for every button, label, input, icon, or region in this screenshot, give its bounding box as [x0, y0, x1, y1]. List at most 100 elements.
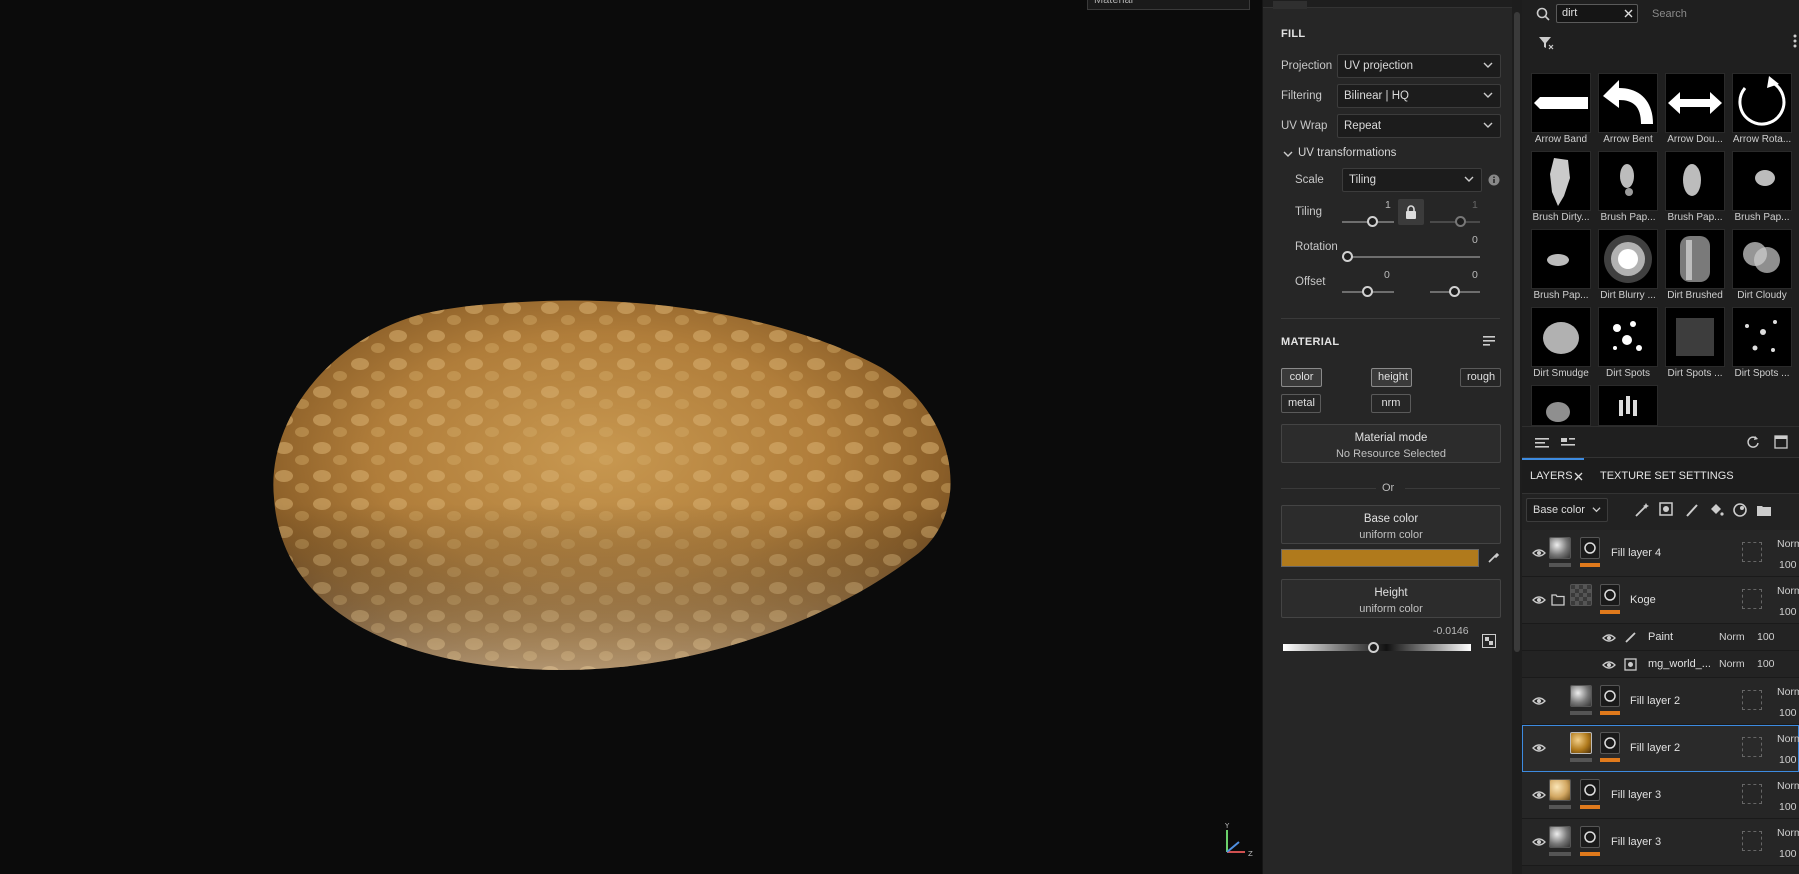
- layer-effect-slot[interactable]: [1742, 737, 1762, 757]
- viewport-3d[interactable]: Material Y Z: [0, 0, 1262, 874]
- offset-v-knob[interactable]: [1449, 286, 1460, 297]
- uv-transformations-header[interactable]: UV transformations: [1298, 147, 1396, 159]
- offset-u-knob[interactable]: [1362, 286, 1373, 297]
- folder-icon[interactable]: [1756, 502, 1772, 518]
- search-input[interactable]: dirt: [1556, 4, 1638, 23]
- asset-tile[interactable]: [1531, 307, 1591, 367]
- asset-tile[interactable]: [1531, 229, 1591, 289]
- visibility-eye-icon[interactable]: [1602, 631, 1616, 645]
- channel-chip-metal[interactable]: metal: [1281, 394, 1321, 413]
- layer-blend-mode[interactable]: Norm: [1719, 631, 1745, 643]
- asset-tile[interactable]: [1598, 229, 1658, 289]
- channel-chip-color[interactable]: color: [1281, 368, 1322, 387]
- channel-chip-height[interactable]: height: [1371, 368, 1412, 387]
- visibility-eye-icon[interactable]: [1532, 593, 1546, 607]
- asset-tile[interactable]: [1598, 307, 1658, 367]
- effects-icon[interactable]: [1732, 502, 1748, 518]
- layer-blend-mode[interactable]: Norm: [1777, 733, 1799, 745]
- magic-wand-icon[interactable]: [1634, 502, 1650, 518]
- layer-blend-mode[interactable]: Norm: [1777, 780, 1799, 792]
- visibility-eye-icon[interactable]: [1532, 835, 1546, 849]
- layer-blend-mode[interactable]: Norm: [1719, 658, 1745, 670]
- layer-blend-mode[interactable]: Norm: [1777, 686, 1799, 698]
- asset-tile[interactable]: [1665, 229, 1725, 289]
- stone-mesh[interactable]: [272, 298, 962, 670]
- layer-row[interactable]: Fill layer 3 Norm 100: [1522, 819, 1799, 866]
- visibility-eye-icon[interactable]: [1532, 546, 1546, 560]
- asset-tile[interactable]: [1531, 385, 1591, 426]
- asset-tile[interactable]: [1732, 73, 1792, 133]
- layer-effect-slot[interactable]: [1742, 831, 1762, 851]
- layer-mask-thumbnail[interactable]: [1600, 685, 1620, 707]
- layer-opacity[interactable]: 100: [1757, 658, 1775, 670]
- layer-blend-mode[interactable]: Norm: [1777, 538, 1799, 550]
- layer-opacity[interactable]: 100: [1779, 801, 1797, 813]
- layer-row[interactable]: Fill layer 4 Norm 100: [1522, 530, 1799, 577]
- folder-open-icon[interactable]: [1551, 594, 1566, 606]
- visibility-eye-icon[interactable]: [1532, 694, 1546, 708]
- tab-layers[interactable]: LAYERS: [1522, 458, 1584, 482]
- fill-bucket-icon[interactable]: [1708, 502, 1724, 518]
- shelf-list-icon[interactable]: [1560, 436, 1576, 450]
- base-color-button[interactable]: Base color uniform color: [1281, 505, 1501, 544]
- visibility-eye-icon[interactable]: [1532, 741, 1546, 755]
- shelf-view-icon[interactable]: [1534, 436, 1550, 450]
- asset-tile[interactable]: [1732, 229, 1792, 289]
- layer-row-selected[interactable]: Fill layer 2 Norm 100: [1522, 725, 1799, 772]
- tiling-u-knob[interactable]: [1367, 216, 1378, 227]
- channel-select[interactable]: Base color: [1526, 498, 1608, 522]
- texture-picker-icon[interactable]: [1482, 634, 1496, 648]
- tiling-v-knob[interactable]: [1455, 216, 1466, 227]
- layer-effect-slot[interactable]: [1742, 690, 1762, 710]
- asset-tile[interactable]: [1665, 151, 1725, 211]
- material-mode-button[interactable]: Material mode No Resource Selected: [1281, 424, 1501, 463]
- layer-blend-mode[interactable]: Norm: [1777, 827, 1799, 839]
- layer-effect-slot[interactable]: [1742, 784, 1762, 804]
- channel-chip-rough[interactable]: rough: [1460, 368, 1501, 387]
- layer-opacity[interactable]: 100: [1757, 631, 1775, 643]
- layer-opacity[interactable]: 100: [1779, 848, 1797, 860]
- layer-mask-thumbnail[interactable]: [1580, 537, 1600, 559]
- clear-search-icon[interactable]: [1624, 9, 1633, 18]
- info-icon[interactable]: [1488, 174, 1500, 186]
- uv-wrap-select[interactable]: Repeat: [1337, 114, 1501, 138]
- more-options-icon[interactable]: [1793, 34, 1797, 48]
- viewport-material-dropdown[interactable]: Material: [1087, 0, 1250, 10]
- asset-tile[interactable]: [1665, 307, 1725, 367]
- collapse-chevron-icon[interactable]: [1283, 149, 1293, 159]
- asset-tile[interactable]: [1531, 151, 1591, 211]
- asset-tile[interactable]: [1598, 73, 1658, 133]
- paint-brush-icon[interactable]: [1684, 502, 1700, 518]
- asset-tile[interactable]: [1732, 307, 1792, 367]
- filtering-select[interactable]: Bilinear | HQ: [1337, 84, 1501, 108]
- visibility-eye-icon[interactable]: [1602, 658, 1616, 672]
- add-mask-icon[interactable]: [1659, 502, 1675, 518]
- layer-mask-thumbnail[interactable]: [1600, 732, 1620, 754]
- scrollbar-thumb[interactable]: [1514, 12, 1520, 652]
- asset-tile[interactable]: [1665, 73, 1725, 133]
- rotation-knob[interactable]: [1342, 251, 1353, 262]
- tiling-lock-button[interactable]: [1398, 199, 1424, 225]
- refresh-icon[interactable]: [1746, 435, 1760, 449]
- layer-sub-row[interactable]: mg_world_... Norm 100: [1522, 651, 1799, 678]
- layer-blend-mode[interactable]: Norm: [1777, 585, 1799, 597]
- asset-tile[interactable]: [1732, 151, 1792, 211]
- eyedropper-icon[interactable]: [1487, 551, 1500, 564]
- tab-texture-set-settings[interactable]: TEXTURE SET SETTINGS: [1600, 470, 1734, 482]
- layer-row[interactable]: Fill layer 2 Norm 100: [1522, 678, 1799, 725]
- layer-mask-thumbnail[interactable]: [1600, 584, 1620, 606]
- height-button[interactable]: Height uniform color: [1281, 579, 1501, 618]
- layer-mask-thumbnail[interactable]: [1580, 826, 1600, 848]
- close-tab-icon[interactable]: [1574, 472, 1583, 481]
- layer-sub-row[interactable]: Paint Norm 100: [1522, 624, 1799, 651]
- asset-tile[interactable]: [1598, 385, 1658, 426]
- projection-select[interactable]: UV projection: [1337, 54, 1501, 78]
- asset-tile[interactable]: [1531, 73, 1591, 133]
- height-knob[interactable]: [1368, 642, 1379, 653]
- scale-select[interactable]: Tiling: [1342, 168, 1482, 192]
- rotation-slider[interactable]: [1342, 256, 1480, 258]
- asset-tile[interactable]: [1598, 151, 1658, 211]
- layer-opacity[interactable]: 100: [1779, 754, 1797, 766]
- filter-icon[interactable]: [1538, 36, 1554, 50]
- layer-row[interactable]: Koge Norm 100: [1522, 577, 1799, 624]
